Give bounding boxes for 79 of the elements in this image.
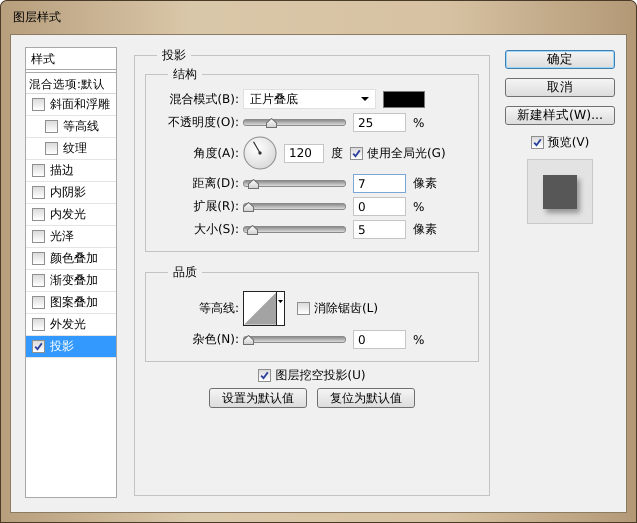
effect-item[interactable]: 等高线 [26,116,116,138]
field-label: 大小(S): [192,221,239,238]
slider-thumb[interactable] [248,179,259,189]
unit-label: 像素 [413,221,437,238]
checkbox[interactable] [32,230,45,243]
effect-item[interactable]: 颜色叠加 [26,248,116,270]
unit-label: % [413,116,426,130]
default-button[interactable]: 设置为默认值 [209,388,307,408]
checkbox[interactable] [32,318,45,331]
effect-item[interactable]: 内发光 [26,204,116,226]
checkbox[interactable] [45,142,58,155]
field-label: 杂色(N): [192,331,239,348]
field-label: 扩展(R): [192,198,239,215]
effect-item[interactable]: 光泽 [26,226,116,248]
checkbox[interactable] [32,164,45,177]
slider-thumb[interactable] [243,202,254,212]
checkbox[interactable] [297,302,310,315]
blend-mode-dropdown[interactable]: 正片叠底 [243,89,376,109]
dialog-button[interactable]: 新建样式(W)... [505,106,615,125]
slider-track[interactable] [243,117,346,128]
window-title: 图层样式 [12,9,62,26]
field-label: 不透明度(O): [167,114,239,131]
checkbox[interactable] [45,120,58,133]
checkbox[interactable] [32,252,45,265]
effect-item[interactable]: 内阴影 [26,182,116,204]
preview-square [543,174,577,208]
number-field[interactable]: 0 [353,197,406,216]
checkbox-label[interactable]: 使用全局光(G) [367,144,446,162]
checkbox[interactable] [32,98,45,111]
unit-label: 度 [331,144,343,162]
sidebar-item[interactable]: 混合选项:默认 [26,72,116,94]
checkbox[interactable] [32,208,45,221]
contour-curve-icon [244,292,276,325]
caret-icon [361,97,369,101]
contour-picker[interactable] [243,291,285,326]
checkbox[interactable] [258,369,272,382]
section-title: 投影 [161,47,187,64]
field-label: 混合模式(B): [168,90,239,108]
dialog-button[interactable]: 取消 [505,78,615,97]
slider-track[interactable] [243,201,346,212]
checkbox[interactable] [350,146,363,160]
effect-item[interactable]: 图案叠加 [26,292,116,314]
slider-thumb[interactable] [243,335,254,345]
color-swatch[interactable] [383,90,425,108]
unit-label: % [413,332,426,346]
checkbox[interactable] [32,296,45,309]
default-button[interactable]: 复位为默认值 [317,388,415,408]
checkbox[interactable] [32,186,45,199]
caret-icon [278,300,284,303]
unit-label: % [413,200,426,214]
checkbox-label[interactable]: 消除锯齿(L) [314,300,378,317]
number-field[interactable]: 5 [353,220,406,239]
effect-item[interactable]: 渐变叠加 [26,270,116,292]
dialog-button[interactable]: 确定 [505,50,615,69]
unit-label: 像素 [413,175,437,192]
field-label: 等高线: [198,300,239,317]
effect-item[interactable]: 斜面和浮雕 [26,94,116,116]
slider-thumb[interactable] [246,225,258,235]
number-field[interactable]: 25 [353,113,406,132]
slider-thumb[interactable] [266,118,277,128]
checkbox[interactable] [32,340,45,353]
number-field[interactable]: 0 [353,330,406,349]
section-title: 结构 [172,66,198,83]
field-label: 角度(A): [192,144,239,162]
checkbox-label[interactable]: 图层挖空投影(U) [275,367,366,384]
angle-dial[interactable] [243,136,277,170]
sidebar-item[interactable]: 样式 [26,48,116,70]
effect-item[interactable]: 描边 [26,160,116,182]
checkbox[interactable] [32,274,45,287]
checkbox-label[interactable]: 预览(V) [548,134,590,151]
field-label: 距离(D): [191,175,239,192]
number-field[interactable]: 120 [284,144,324,162]
slider-track[interactable] [243,178,346,189]
slider-track[interactable] [243,334,346,345]
slider-track[interactable] [243,224,346,235]
section-title: 品质 [172,264,198,281]
checkbox[interactable] [530,136,544,149]
effect-item[interactable]: 纹理 [26,138,116,160]
number-field[interactable]: 7 [353,174,406,193]
